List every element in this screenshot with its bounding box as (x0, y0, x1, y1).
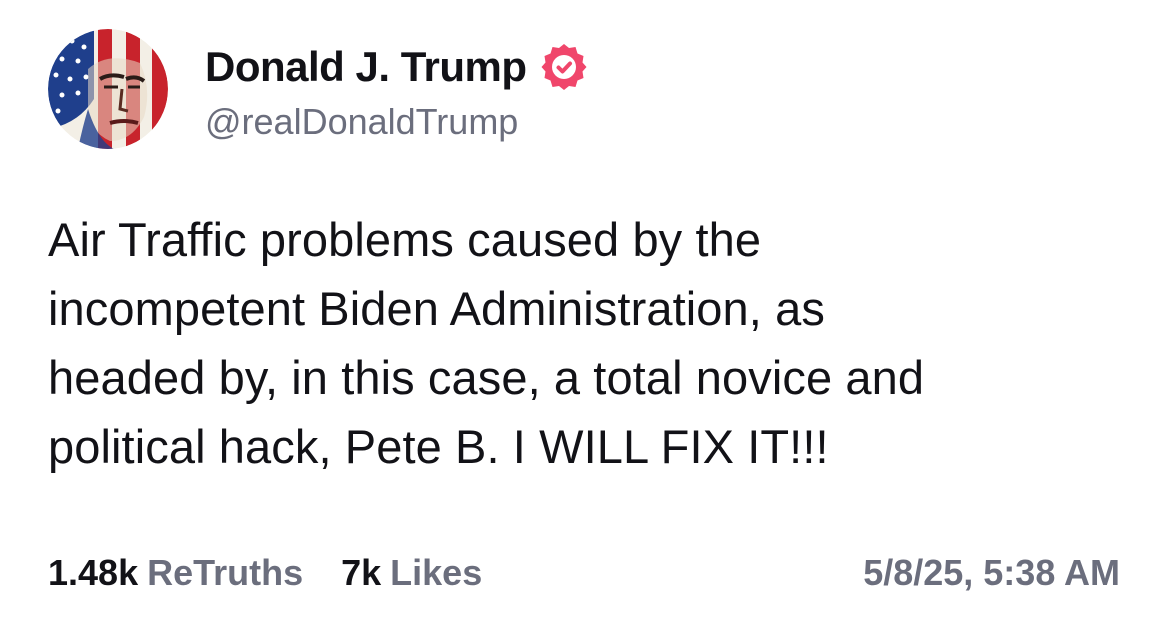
post-card: Donald J. Trump @realDonaldTrump Air Tra… (0, 0, 1170, 620)
author-avatar[interactable] (48, 29, 168, 149)
post-text-line: political hack, Pete B. I WILL FIX IT!!! (48, 420, 829, 473)
likes-stat[interactable]: 7k Likes (341, 552, 482, 594)
author-name[interactable]: Donald J. Trump (205, 43, 527, 91)
flag-portrait-avatar-icon (48, 29, 168, 149)
retruths-label: ReTruths (147, 552, 304, 593)
post-text-line: headed by, in this case, a total novice … (48, 351, 925, 404)
likes-count: 7k (341, 552, 382, 593)
retruths-count: 1.48k (48, 552, 139, 593)
post-text: Air Traffic problems caused by the incom… (48, 205, 1128, 481)
author-handle[interactable]: @realDonaldTrump (205, 101, 518, 143)
post-text-line: Air Traffic problems caused by the (48, 213, 762, 266)
author-name-row: Donald J. Trump (205, 40, 589, 94)
post-timestamp[interactable]: 5/8/25, 5:38 AM (863, 548, 1120, 598)
likes-label: Likes (390, 552, 483, 593)
retruths-stat[interactable]: 1.48k ReTruths (48, 552, 303, 594)
verified-badge-icon[interactable] (539, 42, 589, 92)
post-text-line: incompetent Biden Administration, as (48, 282, 825, 335)
post-stats: 1.48k ReTruths 7k Likes (48, 548, 482, 598)
